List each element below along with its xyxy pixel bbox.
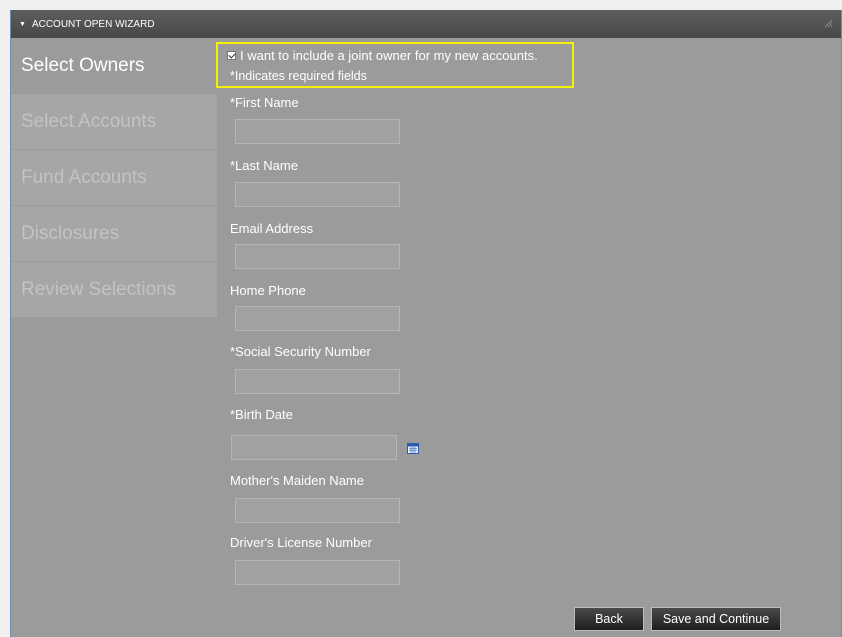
step-review-selections[interactable]: Review Selections [11, 262, 217, 318]
home-phone-label: Home Phone [230, 283, 306, 298]
step-label: Disclosures [21, 222, 120, 244]
joint-owner-label: I want to include a joint owner for my n… [240, 48, 538, 63]
back-button[interactable]: Back [574, 607, 644, 631]
save-and-continue-button[interactable]: Save and Continue [651, 607, 781, 631]
joint-owner-option[interactable]: I want to include a joint owner for my n… [227, 48, 538, 63]
ssn-label: *Social Security Number [230, 344, 371, 359]
step-label: Select Accounts [21, 110, 157, 132]
step-label: Fund Accounts [21, 166, 147, 188]
resize-grip-icon[interactable] [823, 18, 833, 28]
email-address-field[interactable] [235, 244, 400, 269]
step-label: Review Selections [21, 278, 177, 300]
collapse-triangle-icon[interactable]: ▼ [19, 21, 26, 28]
first-name-field[interactable] [235, 119, 400, 144]
drivers-license-field[interactable] [235, 560, 400, 585]
mothers-maiden-name-field[interactable] [235, 498, 400, 523]
step-select-accounts[interactable]: Select Accounts [11, 94, 217, 150]
wizard-titlebar: ▼ ACCOUNT OPEN WIZARD [11, 10, 841, 38]
email-address-label: Email Address [230, 221, 314, 236]
birth-date-field[interactable] [231, 435, 397, 460]
last-name-label: *Last Name [230, 158, 298, 173]
step-label: Select Owners [21, 54, 145, 76]
step-fund-accounts[interactable]: Fund Accounts [11, 150, 217, 206]
account-open-wizard-window: ▼ ACCOUNT OPEN WIZARD Select Owners Sele… [10, 10, 842, 637]
birth-date-label: *Birth Date [230, 407, 293, 422]
mothers-maiden-name-label: Mother's Maiden Name [230, 473, 364, 488]
calendar-icon[interactable] [407, 443, 419, 454]
wizard-title: ACCOUNT OPEN WIZARD [31, 18, 155, 30]
first-name-label: *First Name [230, 95, 299, 110]
wizard-steps-sidebar: Select Owners Select Accounts Fund Accou… [11, 38, 217, 318]
ssn-field[interactable] [235, 369, 400, 394]
required-fields-note: *Indicates required fields [230, 69, 367, 83]
joint-owner-checkbox[interactable] [227, 51, 236, 60]
drivers-license-label: Driver's License Number [230, 535, 372, 550]
step-disclosures[interactable]: Disclosures [11, 206, 217, 262]
step-select-owners[interactable]: Select Owners [11, 38, 217, 94]
last-name-field[interactable] [235, 182, 400, 207]
home-phone-field[interactable] [235, 306, 400, 331]
